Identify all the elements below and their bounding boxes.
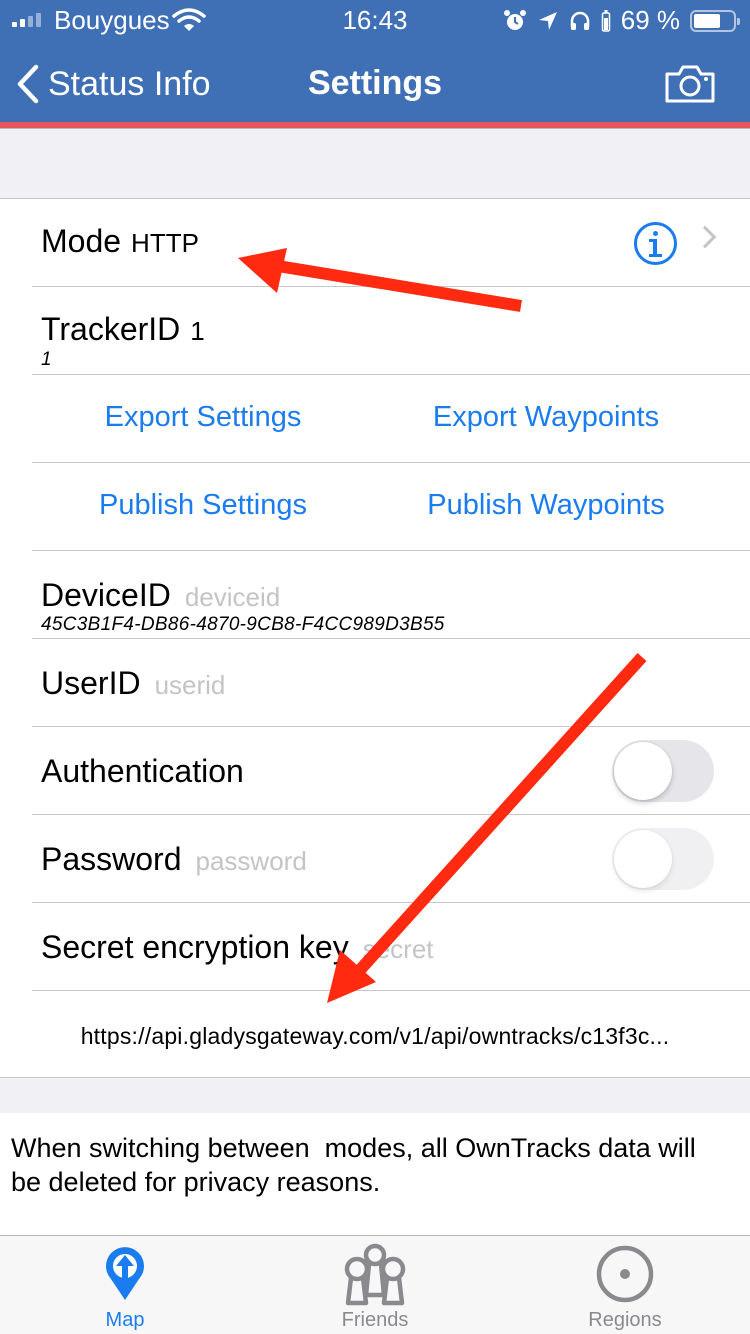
- location-arrow-icon: [538, 11, 557, 30]
- tracker-id-label: TrackerID 1: [41, 311, 205, 348]
- mode-row[interactable]: Mode HTTP: [0, 199, 750, 287]
- battery-icon: [690, 9, 740, 32]
- publish-waypoints-button[interactable]: Publish Waypoints: [406, 489, 686, 522]
- secret-key-row[interactable]: Secret encryption key secret: [0, 903, 750, 991]
- secret-key-label-text: Secret encryption key: [41, 929, 349, 965]
- alarm-icon: [503, 9, 526, 30]
- regions-target-icon: [596, 1245, 654, 1303]
- status-right: 69 %: [503, 5, 740, 36]
- tab-regions[interactable]: Regions: [500, 1236, 750, 1334]
- device-id-input[interactable]: deviceid: [185, 582, 280, 612]
- authentication-label: Authentication: [41, 753, 244, 789]
- chevron-right-icon[interactable]: [693, 225, 717, 249]
- navigation-header: Bouygues 16:43 69 % Status Info Settings: [0, 0, 750, 122]
- info-icon[interactable]: [634, 222, 677, 265]
- friends-icon: [344, 1243, 406, 1306]
- user-id-input[interactable]: userid: [155, 670, 226, 700]
- device-id-row[interactable]: DeviceID deviceid 45C3B1F4-DB86-4870-9CB8…: [0, 551, 750, 639]
- privacy-note: When switching between modes, all OwnTra…: [11, 1133, 704, 1197]
- tab-bar: Map Friends Regions: [0, 1235, 750, 1334]
- tracker-id-subtitle: 1: [41, 349, 52, 370]
- mode-value: HTTP: [131, 228, 199, 258]
- mode-label-text: Mode: [41, 223, 122, 259]
- user-id-label: UserID userid: [41, 665, 225, 702]
- authentication-row: Authentication: [0, 727, 750, 815]
- footer-note-section: When switching between modes, all OwnTra…: [0, 1113, 750, 1236]
- nav-divider: [0, 128, 750, 129]
- headphone-battery-icon: [601, 9, 610, 32]
- publish-settings-button[interactable]: Publish Settings: [73, 489, 333, 522]
- password-label-text: Password: [41, 841, 182, 877]
- status-bar: Bouygues 16:43 69 %: [0, 0, 750, 40]
- tab-map[interactable]: Map: [0, 1236, 250, 1334]
- export-waypoints-button[interactable]: Export Waypoints: [406, 401, 686, 434]
- url-row[interactable]: https://api.gladysgateway.com/v1/api/own…: [0, 991, 750, 1079]
- camera-icon[interactable]: [664, 64, 716, 104]
- device-id-subtitle: 45C3B1F4-DB86-4870-9CB8-F4CC989D3B55: [41, 614, 445, 635]
- battery-percent: 69 %: [620, 5, 680, 35]
- page-title: Settings: [307, 64, 443, 102]
- password-input[interactable]: password: [196, 846, 307, 876]
- tracker-id-row[interactable]: TrackerID 1 1: [0, 287, 750, 375]
- headphones-icon: [570, 11, 589, 30]
- endpoint-url[interactable]: https://api.gladysgateway.com/v1/api/own…: [0, 1023, 750, 1050]
- export-settings-button[interactable]: Export Settings: [73, 401, 333, 434]
- tab-friends-label: Friends: [341, 1309, 409, 1331]
- mode-label: Mode HTTP: [41, 223, 199, 260]
- secret-key-label: Secret encryption key secret: [41, 929, 434, 966]
- password-label: Password password: [41, 841, 307, 878]
- device-id-label-text: DeviceID: [41, 577, 171, 613]
- tracker-id-value: 1: [190, 316, 205, 346]
- tab-map-label: Map: [105, 1309, 145, 1331]
- authentication-toggle[interactable]: [612, 740, 714, 802]
- secret-key-input[interactable]: secret: [363, 934, 434, 964]
- password-row[interactable]: Password password: [0, 815, 750, 903]
- user-id-row[interactable]: UserID userid: [0, 639, 750, 727]
- settings-screen: Bouygues 16:43 69 % Status Info Settings…: [0, 0, 750, 1334]
- publish-row: Publish Settings Publish Waypoints: [0, 463, 750, 551]
- map-pin-arrow-icon: [106, 1247, 144, 1300]
- tab-friends[interactable]: Friends: [250, 1236, 500, 1334]
- user-id-label-text: UserID: [41, 665, 141, 701]
- device-id-label: DeviceID deviceid: [41, 577, 280, 614]
- tab-regions-label: Regions: [588, 1309, 662, 1331]
- export-row: Export Settings Export Waypoints: [0, 375, 750, 463]
- tracker-id-label-text: TrackerID: [41, 311, 181, 347]
- settings-group: Mode HTTP TrackerID 1 1 Export Settings Ex…: [0, 198, 750, 1078]
- password-toggle[interactable]: [612, 828, 714, 890]
